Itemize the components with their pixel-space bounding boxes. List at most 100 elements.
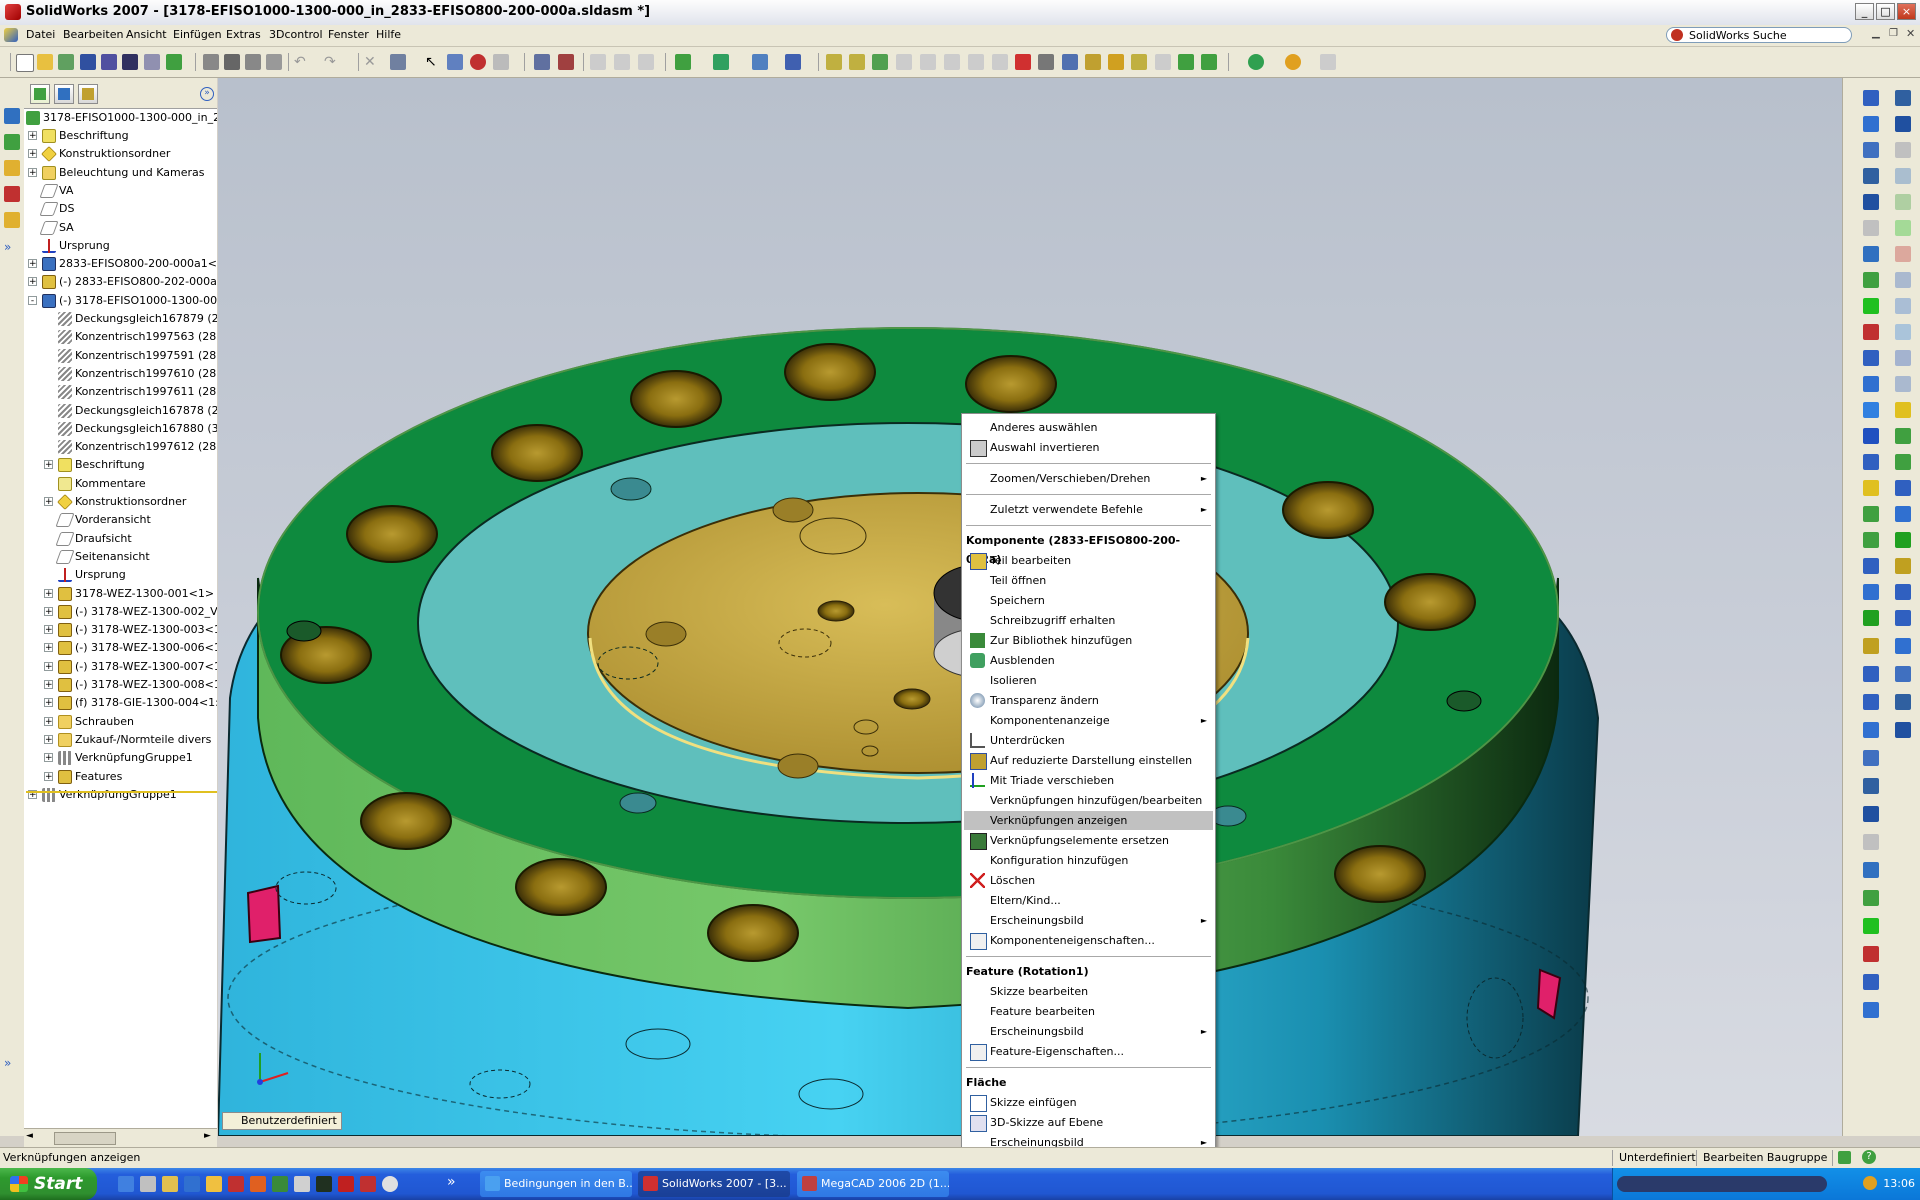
view-tool-icon[interactable] <box>1863 722 1879 738</box>
tree-node[interactable]: Deckungsgleich167880 (31 <box>58 420 217 437</box>
view-tool-icon[interactable] <box>1895 142 1911 158</box>
tree-node[interactable]: +2833-EFISO800-200-000a1<1 <box>28 255 217 272</box>
view-tool-icon[interactable] <box>1863 480 1879 496</box>
view-orient-icon[interactable] <box>675 54 691 70</box>
tree-expander-icon[interactable]: + <box>44 716 53 726</box>
tree-node[interactable]: Draufsicht <box>55 530 132 547</box>
library-icon[interactable] <box>4 134 20 150</box>
tree-node[interactable]: + (-) 3178-WEZ-1300-003<1 <box>44 621 217 638</box>
start-button[interactable]: Start <box>0 1168 97 1200</box>
sort3-icon[interactable] <box>638 54 654 70</box>
solidworks-search-input[interactable]: SolidWorks Suche <box>1666 27 1852 43</box>
sort-icon[interactable] <box>590 54 606 70</box>
print-preview-icon[interactable] <box>245 54 261 70</box>
rebuild-icon[interactable] <box>58 54 74 70</box>
menu-item[interactable]: Schreibzugriff erhalten <box>964 611 1213 630</box>
view-tool-icon[interactable] <box>1863 918 1879 934</box>
menu-item[interactable]: Skizze bearbeiten <box>964 982 1213 1001</box>
tree-node[interactable]: + Zukauf-/Normteile divers <box>44 731 211 748</box>
view-tool-icon[interactable] <box>1863 90 1879 106</box>
tree-horizontal-scrollbar[interactable]: ◄ ► <box>24 1128 217 1147</box>
document-icon[interactable] <box>4 28 18 42</box>
menu-bearbeiten[interactable]: Bearbeiten <box>63 28 123 41</box>
view-tool-icon[interactable] <box>1895 584 1911 600</box>
toolbar-end-icon[interactable] <box>1320 54 1336 70</box>
zoom-preview-icon[interactable] <box>266 54 282 70</box>
view-tool-icon[interactable] <box>1895 324 1911 340</box>
collision-icon[interactable] <box>1015 54 1031 70</box>
new-document-icon[interactable] <box>16 54 34 72</box>
tree-node[interactable]: Konzentrisch1997591 (283 <box>58 347 217 364</box>
tree-expander-icon[interactable]: + <box>44 680 53 690</box>
rebuild-status-icon[interactable] <box>1838 1151 1851 1164</box>
hide-show-icon[interactable] <box>785 54 801 70</box>
menu-3dcontrol[interactable]: 3Dcontrol <box>269 28 323 41</box>
measure-icon[interactable] <box>493 54 509 70</box>
tree-expander-icon[interactable]: + <box>44 606 53 616</box>
view-palette-icon[interactable] <box>4 212 20 228</box>
view-tool-icon[interactable] <box>1895 506 1911 522</box>
tree-node[interactable]: + (-) 2833-EFISO800-202-000a< <box>28 273 217 290</box>
tree-node[interactable]: Kommentare <box>58 475 146 492</box>
ruler-icon[interactable] <box>1038 54 1054 70</box>
tree-expander-icon[interactable]: + <box>28 167 37 177</box>
view-tool-icon[interactable] <box>1863 638 1879 654</box>
menu-einfuegen[interactable]: Einfügen <box>173 28 222 41</box>
tree-node[interactable]: - (-) 3178-EFISO1000-1300-000 <box>28 292 217 309</box>
print-icon[interactable] <box>203 54 219 70</box>
view-tool-icon[interactable] <box>1895 376 1911 392</box>
menu-item[interactable]: Mit Triade verschieben <box>964 771 1213 790</box>
minimize-button[interactable]: _ <box>1855 3 1874 20</box>
menu-hilfe[interactable]: Hilfe <box>376 28 401 41</box>
tree-node[interactable]: Deckungsgleich167879 (26 <box>58 310 217 327</box>
menu-fenster[interactable]: Fenster <box>328 28 369 41</box>
insert-component-icon[interactable] <box>826 54 842 70</box>
view-tool-icon[interactable] <box>1863 806 1879 822</box>
taskbar-button[interactable]: SolidWorks 2007 - [3... <box>638 1171 790 1197</box>
menu-item[interactable]: Auf reduzierte Darstellung einstellen <box>964 751 1213 770</box>
tray-app-icon[interactable] <box>1863 1176 1877 1190</box>
quicklaunch-folder-icon[interactable] <box>162 1176 178 1192</box>
view-tool-icon[interactable] <box>1863 532 1879 548</box>
menu-item[interactable]: Skizze einfügen <box>964 1093 1213 1112</box>
file-explorer-icon[interactable] <box>4 160 20 176</box>
render-icon[interactable] <box>1248 54 1264 70</box>
menu-item[interactable]: Feature-Eigenschaften... <box>964 1042 1213 1061</box>
view-tool-icon[interactable] <box>1863 454 1879 470</box>
view-tool-icon[interactable] <box>1895 116 1911 132</box>
doc-close-icon[interactable]: ✕ <box>1906 27 1915 40</box>
expand-panel-icon[interactable]: » <box>4 240 20 256</box>
interference-icon[interactable] <box>992 54 1008 70</box>
quicklaunch-app-icon[interactable] <box>250 1176 266 1192</box>
expand-tabs-icon[interactable]: » <box>200 87 214 101</box>
toolbox-icon[interactable] <box>1108 54 1124 70</box>
tree-node[interactable]: + Schrauben <box>44 713 134 730</box>
quicklaunch-pdf-icon[interactable] <box>338 1176 354 1192</box>
view-tool-icon[interactable] <box>1863 974 1879 990</box>
tree-expander-icon[interactable]: + <box>44 588 53 598</box>
menu-item[interactable]: Ausblenden <box>964 651 1213 670</box>
view-tool-icon[interactable] <box>1895 610 1911 626</box>
menu-item[interactable]: Konfiguration hinzufügen <box>964 851 1213 870</box>
sketch-toolbar-icon[interactable] <box>1085 54 1101 70</box>
pattern-icon[interactable] <box>1178 54 1194 70</box>
view-tool-icon[interactable] <box>1863 142 1879 158</box>
quicklaunch-excel-icon[interactable] <box>272 1176 288 1192</box>
rotate-component-icon[interactable] <box>896 54 912 70</box>
tree-expander-icon[interactable]: + <box>28 149 37 159</box>
tree-node[interactable]: Vorderansicht <box>55 511 151 528</box>
view-tool-icon[interactable] <box>1863 946 1879 962</box>
view-tool-icon[interactable] <box>1895 272 1911 288</box>
featuremanager-tab[interactable] <box>30 84 50 104</box>
doc-restore-icon[interactable]: ❐ <box>1889 28 1898 39</box>
menu-item[interactable]: Verknüpfungselemente ersetzen <box>964 831 1213 850</box>
redo-icon[interactable]: ↷ <box>324 54 340 70</box>
tree-node[interactable]: +3178-WEZ-1300-001<1> <box>44 585 214 602</box>
tree-node[interactable]: + VerknüpfungGruppe1 <box>44 749 193 766</box>
menu-item[interactable]: Eltern/Kind... <box>964 891 1213 910</box>
tree-node[interactable]: + (f) 3178-GIE-1300-004<1: <box>44 694 217 711</box>
view-tool-icon[interactable] <box>1863 428 1879 444</box>
scroll-left-icon[interactable]: ◄ <box>26 1131 33 1141</box>
view-tool-icon[interactable] <box>1863 666 1879 682</box>
grid-icon[interactable] <box>534 54 550 70</box>
